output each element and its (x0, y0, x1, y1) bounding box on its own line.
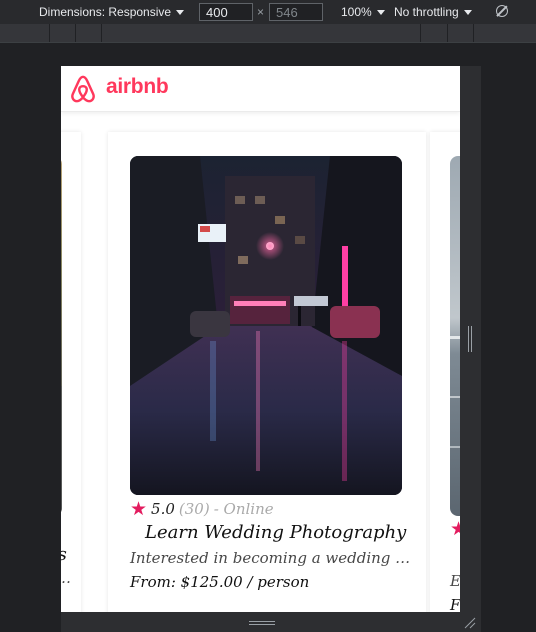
experience-description: o… (61, 569, 71, 587)
ruler-divider (75, 24, 76, 42)
grip-icon (249, 621, 275, 625)
dimensions-label: Dimensions: Responsive (39, 5, 172, 19)
experience-title: es (61, 544, 67, 565)
bottom-resize-handle[interactable] (61, 612, 481, 632)
times-sign: × (257, 5, 265, 19)
experience-photo (130, 156, 402, 495)
experience-price: From: $125.00 / person (130, 573, 310, 591)
corner-resize-icon[interactable] (463, 616, 477, 630)
ruler-divider (101, 24, 102, 42)
star-icon: ★ (130, 498, 148, 520)
rotate-icon[interactable] (496, 5, 508, 17)
experience-photo (450, 156, 460, 516)
throttling-dropdown[interactable]: No throttling (394, 0, 472, 24)
experience-card[interactable]: es o… (61, 132, 81, 612)
experience-description: Interested in becoming a wedding … (130, 549, 411, 567)
height-input[interactable]: 546 (269, 3, 323, 21)
experience-description: E (450, 572, 460, 590)
ruler-divider (49, 24, 50, 42)
zoom-label: 100% (341, 5, 372, 19)
experience-photo (61, 156, 62, 516)
zoom-dropdown[interactable]: 100% (341, 0, 385, 24)
device-toolbar: Dimensions: Responsive 400 × 546 100% No… (0, 0, 536, 24)
chevron-down-icon (176, 10, 185, 15)
experience-card[interactable]: ★ E F (430, 132, 460, 612)
dimensions-dropdown[interactable]: Dimensions: Responsive (39, 0, 185, 24)
throttling-label: No throttling (394, 5, 459, 19)
airbnb-logo-icon[interactable] (68, 74, 98, 104)
star-icon: ★ (450, 518, 460, 540)
ruler-divider (420, 24, 421, 42)
ruler-divider (447, 24, 448, 42)
experience-card[interactable]: ★ 5.0 (30) - Online Learn Wedding Photog… (108, 132, 426, 612)
brand-name[interactable]: airbnb (106, 75, 169, 99)
experience-title[interactable]: Learn Wedding Photography (145, 522, 406, 543)
review-count: (30) (178, 500, 210, 518)
ruler-divider (473, 24, 474, 42)
experience-price: F (450, 596, 460, 612)
chevron-down-icon (376, 10, 385, 15)
grip-icon (468, 326, 472, 352)
rating-row: ★ 5.0 (30) - Online (130, 498, 274, 520)
right-resize-handle[interactable] (460, 66, 481, 612)
media-query-ruler[interactable] (0, 24, 536, 43)
experience-mode: - Online (213, 500, 274, 518)
width-input[interactable]: 400 (199, 3, 253, 21)
chevron-down-icon (463, 10, 472, 15)
rating-row: ★ (450, 518, 460, 540)
rating-value: 5.0 (151, 500, 175, 518)
site-header: airbnb (61, 66, 460, 112)
device-viewport: airbnb es o… (61, 66, 460, 612)
